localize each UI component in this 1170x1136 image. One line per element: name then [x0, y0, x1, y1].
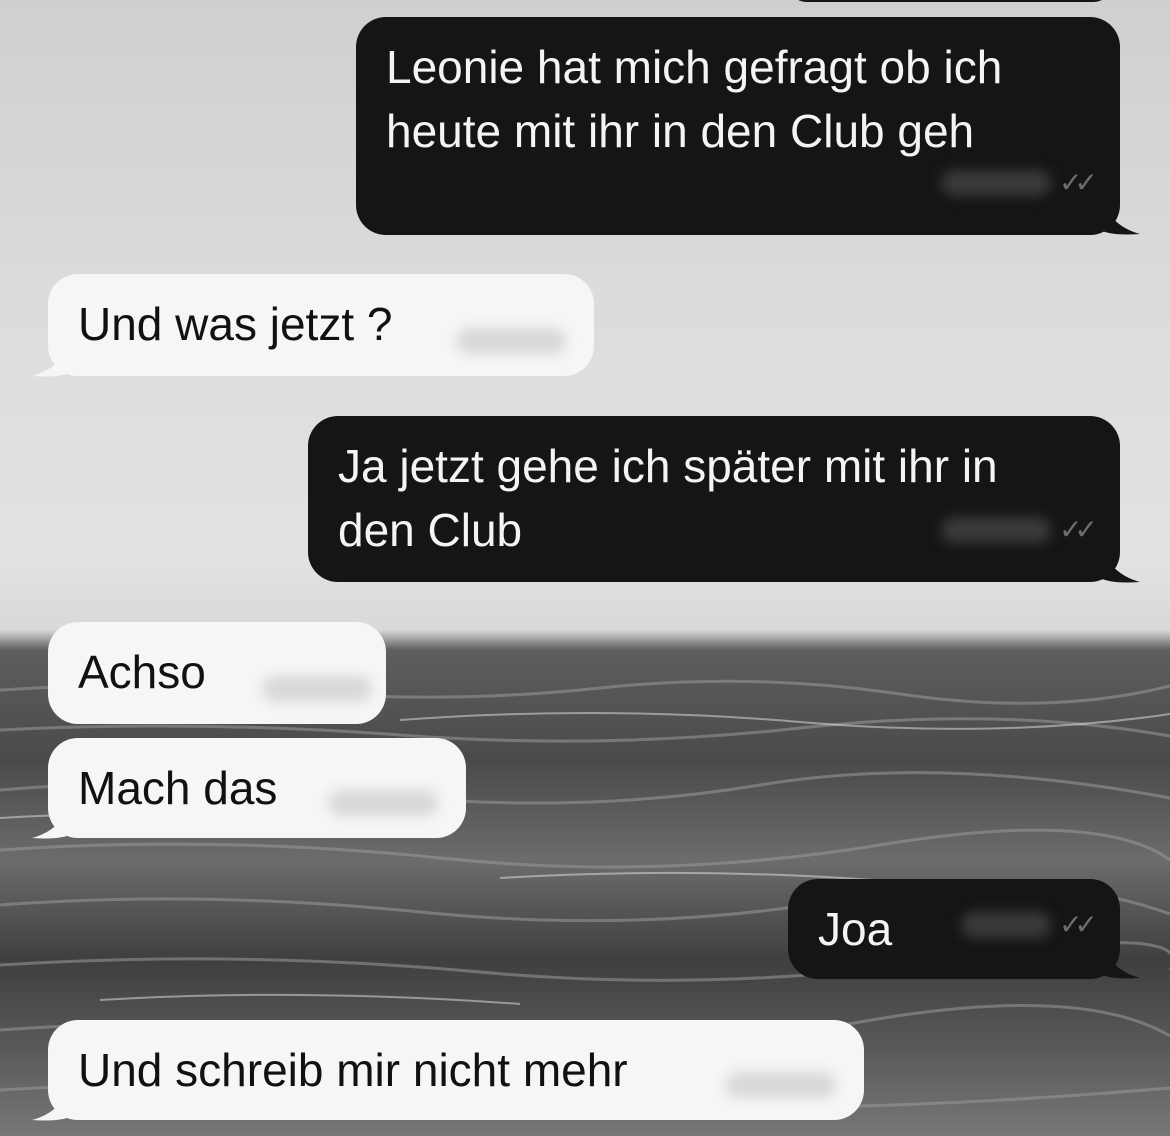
blurred-timestamp [941, 170, 1052, 196]
message-text-line: Ja jetzt gehe ich später mit ihr in [338, 440, 998, 492]
message-meta: ✓✓ [941, 498, 1098, 562]
message-text: Und schreib mir nicht mehr [78, 1044, 628, 1096]
message-meta [328, 790, 438, 816]
blurred-timestamp [726, 1072, 836, 1098]
outgoing-message-1[interactable]: Leonie hat mich gefragt ob ich heute mit… [356, 17, 1120, 235]
message-text-line: Leonie hat mich gefragt ob ich [386, 41, 1003, 93]
bubble-tail [32, 1082, 72, 1121]
blurred-timestamp [262, 676, 372, 702]
message-meta [456, 328, 566, 354]
message-meta [262, 676, 372, 702]
bubble-tail [1100, 196, 1140, 235]
bubble-tail [1100, 544, 1140, 583]
outgoing-message-2[interactable]: Ja jetzt gehe ich später mit ihr in den … [308, 416, 1120, 582]
message-meta: ✓✓ [961, 893, 1098, 957]
blurred-timestamp [941, 517, 1052, 543]
blurred-timestamp [456, 328, 566, 354]
bubble-tail [32, 800, 72, 839]
double-check-icon: ✓✓ [1059, 514, 1098, 545]
blurred-timestamp [328, 790, 438, 816]
incoming-message-3[interactable]: Mach das [48, 738, 466, 838]
outgoing-message-3[interactable]: Joa ✓✓ [788, 879, 1120, 979]
incoming-message-1[interactable]: Und was jetzt ? [48, 274, 594, 376]
message-meta: ✓✓ [941, 151, 1098, 215]
double-check-icon: ✓✓ [1059, 167, 1098, 198]
message-meta [726, 1072, 836, 1098]
bubble-tail [32, 338, 72, 377]
blurred-timestamp [961, 912, 1052, 938]
incoming-message-2[interactable]: Achso [48, 622, 386, 724]
previous-message-bubble-edge [790, 0, 1110, 2]
bubble-tail [1100, 940, 1140, 979]
double-check-icon: ✓✓ [1059, 909, 1098, 940]
incoming-message-4[interactable]: Und schreib mir nicht mehr [48, 1020, 864, 1120]
